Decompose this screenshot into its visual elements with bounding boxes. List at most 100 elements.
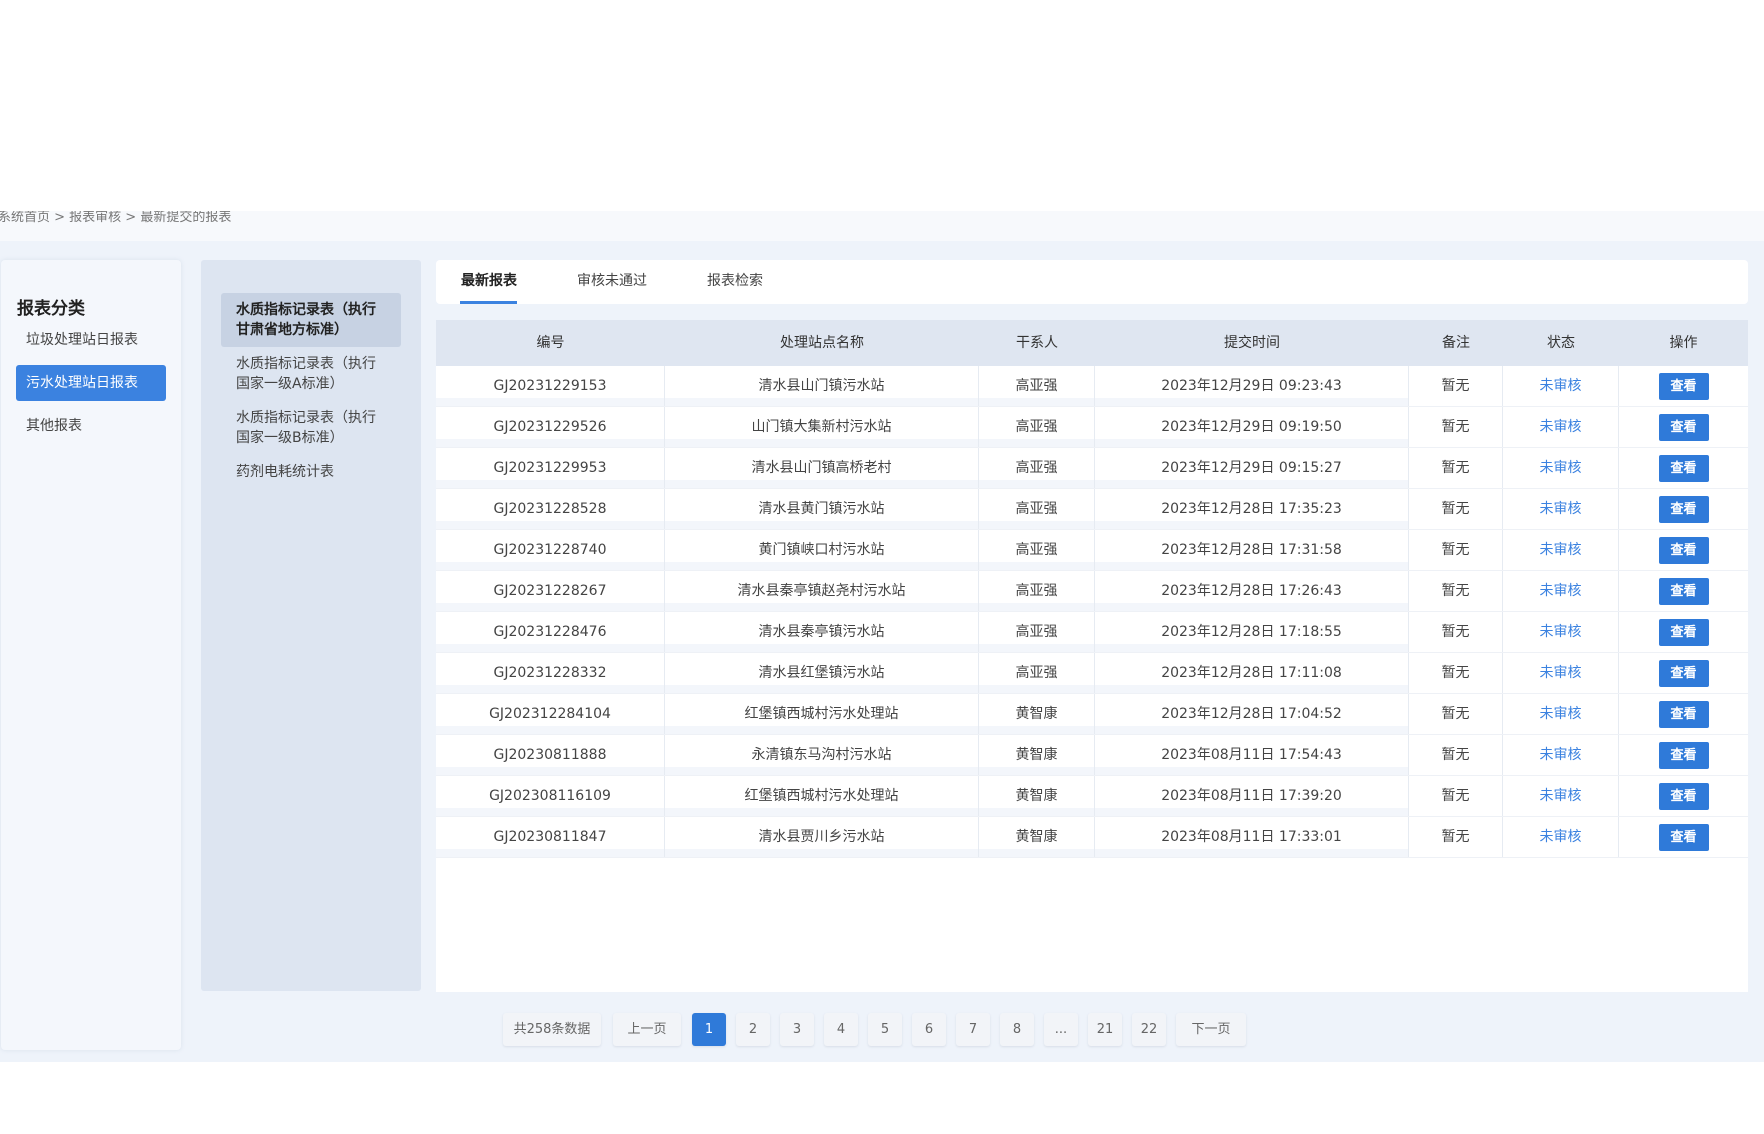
view-button[interactable]: 查看 — [1658, 701, 1709, 728]
cell-time: 2023年12月28日 17:31:58 — [1095, 530, 1409, 570]
cell-note: 暂无 — [1409, 448, 1503, 488]
page-button-4[interactable]: 4 — [824, 1013, 858, 1046]
view-button[interactable]: 查看 — [1658, 619, 1709, 646]
status-link[interactable]: 未审核 — [1540, 583, 1582, 599]
cell-time-text: 2023年12月28日 17:18:55 — [1161, 624, 1342, 640]
cell-station: 永清镇东马沟村污水站 — [665, 735, 979, 775]
status-link[interactable]: 未审核 — [1540, 624, 1582, 640]
cell-id-text: GJ20231228332 — [493, 665, 607, 681]
view-button[interactable]: 查看 — [1658, 824, 1709, 851]
report-type-national-a[interactable]: 水质指标记录表（执行国家一级A标准） — [221, 347, 401, 401]
cell-shade — [979, 644, 1094, 652]
cell-action: 查看 — [1619, 530, 1748, 570]
cell-time-text: 2023年12月28日 17:35:23 — [1161, 501, 1342, 517]
page-button-6[interactable]: 6 — [912, 1013, 946, 1046]
cell-action: 查看 — [1619, 776, 1748, 816]
cell-shade — [665, 439, 978, 447]
cell-status: 未审核 — [1503, 612, 1619, 652]
cell-shade — [1095, 685, 1408, 693]
cell-person-text: 黄智康 — [1015, 788, 1058, 804]
view-button[interactable]: 查看 — [1658, 578, 1709, 605]
cell-shade — [1095, 562, 1408, 570]
cell-person-text: 高亚强 — [1015, 378, 1058, 394]
status-link[interactable]: 未审核 — [1540, 706, 1582, 722]
cell-time-text: 2023年08月11日 17:54:43 — [1161, 747, 1342, 763]
cell-station: 清水县红堡镇污水站 — [665, 653, 979, 693]
cell-time-text: 2023年08月11日 17:39:20 — [1161, 788, 1342, 804]
cell-shade — [436, 398, 664, 406]
page-button-21[interactable]: 21 — [1088, 1013, 1122, 1046]
tab-report-search[interactable]: 报表检索 — [707, 260, 763, 304]
page-button-8[interactable]: 8 — [1000, 1013, 1034, 1046]
table-body: GJ20231229153 清水县山门镇污水站 高亚强 2023年12月29日 09:… — [436, 366, 1748, 858]
cell-id: GJ20231228267 — [436, 571, 665, 611]
cell-note: 暂无 — [1409, 366, 1503, 406]
cell-person: 高亚强 — [979, 612, 1095, 652]
status-link[interactable]: 未审核 — [1540, 542, 1582, 558]
status-link[interactable]: 未审核 — [1540, 501, 1582, 517]
tab-review-failed[interactable]: 审核未通过 — [577, 260, 647, 304]
cell-shade — [436, 480, 664, 488]
cell-station-text: 清水县红堡镇污水站 — [758, 665, 885, 681]
category-garbage-daily[interactable]: 垃圾处理站日报表 — [16, 322, 166, 358]
breadcrumb: 系统首页 > 报表审核 > 最新提交的报表 — [0, 211, 1764, 241]
cell-time-text: 2023年12月29日 09:15:27 — [1161, 460, 1342, 476]
cell-note: 暂无 — [1409, 776, 1503, 816]
cell-person: 黄智康 — [979, 694, 1095, 734]
page-button-5[interactable]: 5 — [868, 1013, 902, 1046]
cell-shade — [979, 521, 1094, 529]
cell-shade — [1095, 521, 1408, 529]
view-button[interactable]: 查看 — [1658, 414, 1709, 441]
cell-id: GJ20231229153 — [436, 366, 665, 406]
cell-time: 2023年12月29日 09:19:50 — [1095, 407, 1409, 447]
prev-page-button[interactable]: 上一页 — [613, 1013, 681, 1046]
page-button-1[interactable]: 1 — [692, 1013, 726, 1046]
view-button[interactable]: 查看 — [1658, 496, 1709, 523]
view-button[interactable]: 查看 — [1658, 373, 1709, 400]
cell-station-text: 红堡镇西城村污水处理站 — [744, 706, 899, 722]
report-type-gansu-standard[interactable]: 水质指标记录表（执行甘肃省地方标准） — [221, 293, 401, 347]
main-area: 系统首页 > 报表审核 > 最新提交的报表 报表分类 垃圾处理站日报表 污水处理… — [0, 211, 1764, 1062]
tab-latest-reports[interactable]: 最新报表 — [461, 260, 517, 304]
cell-station-text: 清水县秦亭镇污水站 — [758, 624, 885, 640]
cell-id: GJ20230811888 — [436, 735, 665, 775]
cell-id: GJ20230811847 — [436, 817, 665, 857]
cell-time: 2023年12月28日 17:26:43 — [1095, 571, 1409, 611]
status-link[interactable]: 未审核 — [1540, 419, 1582, 435]
cell-station-text: 永清镇东马沟村污水站 — [751, 747, 892, 763]
view-button[interactable]: 查看 — [1658, 455, 1709, 482]
status-link[interactable]: 未审核 — [1540, 747, 1582, 763]
cell-time: 2023年12月28日 17:04:52 — [1095, 694, 1409, 734]
cell-station: 清水县山门镇污水站 — [665, 366, 979, 406]
page-button-7[interactable]: 7 — [956, 1013, 990, 1046]
column-header-station: 处理站点名称 — [780, 335, 864, 351]
page-button-3[interactable]: 3 — [780, 1013, 814, 1046]
page-button-22[interactable]: 22 — [1132, 1013, 1166, 1046]
status-link[interactable]: 未审核 — [1540, 665, 1582, 681]
cell-shade — [979, 726, 1094, 734]
report-type-national-b[interactable]: 水质指标记录表（执行国家一级B标准） — [221, 401, 401, 455]
cell-shade — [436, 685, 664, 693]
cell-shade — [1095, 644, 1408, 652]
cell-station: 红堡镇西城村污水处理站 — [665, 776, 979, 816]
cell-station-text: 清水县贾川乡污水站 — [758, 829, 885, 845]
cell-id-text: GJ20231228476 — [493, 624, 607, 640]
view-button[interactable]: 查看 — [1658, 537, 1709, 564]
category-other[interactable]: 其他报表 — [16, 408, 166, 444]
report-type-chemical-power[interactable]: 药剂电耗统计表 — [221, 455, 401, 489]
cell-note: 暂无 — [1409, 530, 1503, 570]
next-page-button[interactable]: 下一页 — [1176, 1013, 1246, 1046]
cell-action: 查看 — [1619, 448, 1748, 488]
status-link[interactable]: 未审核 — [1540, 788, 1582, 804]
page-button-2[interactable]: 2 — [736, 1013, 770, 1046]
category-sewage-daily[interactable]: 污水处理站日报表 — [16, 365, 166, 401]
view-button[interactable]: 查看 — [1658, 742, 1709, 769]
view-button[interactable]: 查看 — [1658, 783, 1709, 810]
table-row: GJ20231228476 清水县秦亭镇污水站 高亚强 2023年12月28日 17:… — [436, 612, 1748, 653]
cell-note: 暂无 — [1409, 735, 1503, 775]
status-link[interactable]: 未审核 — [1540, 378, 1582, 394]
status-link[interactable]: 未审核 — [1540, 829, 1582, 845]
cell-station-text: 红堡镇西城村污水处理站 — [744, 788, 899, 804]
status-link[interactable]: 未审核 — [1540, 460, 1582, 476]
view-button[interactable]: 查看 — [1658, 660, 1709, 687]
